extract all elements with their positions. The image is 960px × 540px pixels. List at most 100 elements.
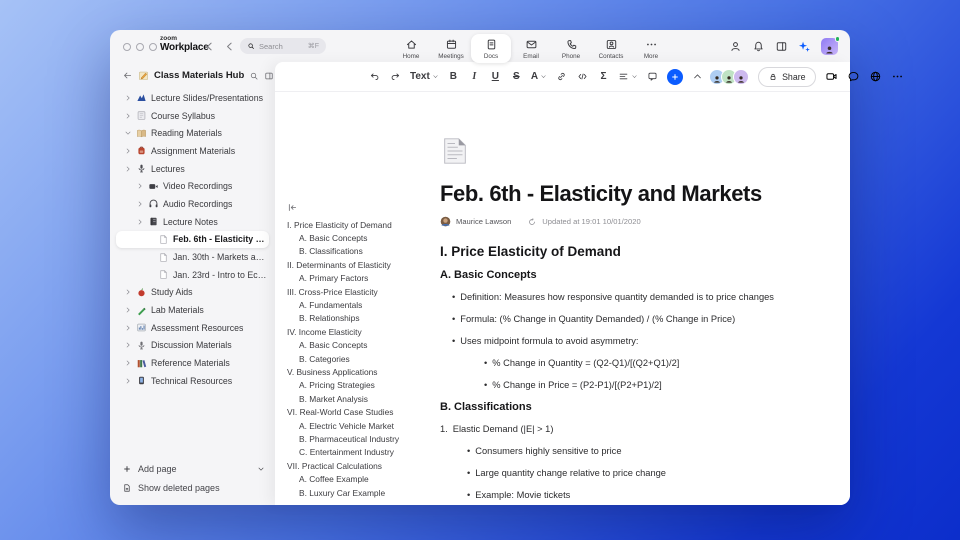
bullet-item[interactable]: • Large quantity change relative to price… <box>467 468 836 479</box>
video-call-button[interactable] <box>825 70 838 83</box>
chevron-right-icon[interactable] <box>136 200 144 208</box>
chevron-down-icon[interactable] <box>124 129 132 137</box>
toc-item-i-price-elasticity-of-demand[interactable]: I. Price Elasticity of Demand <box>287 218 439 231</box>
language-button[interactable] <box>869 70 882 83</box>
document-content[interactable]: Feb. 6th - Elasticity and Markets Mauric… <box>440 136 836 504</box>
sidebar-item-lab-materials[interactable]: Lab Materials <box>116 301 269 319</box>
heading-a-basic-concepts[interactable]: A. Basic Concepts <box>440 269 836 281</box>
close-button[interactable] <box>123 43 131 51</box>
sidebar-item-audio-recordings[interactable]: Audio Recordings <box>116 195 269 213</box>
sidebar-item-reference-materials[interactable]: Reference Materials <box>116 354 269 372</box>
chat-button[interactable] <box>847 70 860 83</box>
strikethrough-button[interactable]: S <box>507 67 526 87</box>
tab-email[interactable]: Email <box>511 34 551 63</box>
sidebar-item-technical-resources[interactable]: Technical Resources <box>116 372 269 390</box>
back-navigation-button[interactable] <box>203 40 216 53</box>
show-deleted-pages-button[interactable]: Show deleted pages <box>122 478 265 497</box>
chevron-right-icon[interactable] <box>124 324 132 332</box>
toc-item-ii-determinants-of-elasticity[interactable]: II. Determinants of Elasticity <box>287 258 439 271</box>
toc-item-vii-practical-calculations[interactable]: VII. Practical Calculations <box>287 459 439 472</box>
chevron-right-icon[interactable] <box>124 288 132 296</box>
sidebar-item-course-syllabus[interactable]: Course Syllabus <box>116 107 269 125</box>
toc-item-iv-income-elasticity[interactable]: IV. Income Elasticity <box>287 325 439 338</box>
chevron-right-icon[interactable] <box>136 182 144 190</box>
tab-contacts[interactable]: Contacts <box>591 34 631 63</box>
formula-button[interactable]: Σ <box>594 67 613 87</box>
chevron-right-icon[interactable] <box>124 359 132 367</box>
text-style-button[interactable]: Text <box>407 67 442 87</box>
toc-item-b-market-analysis[interactable]: B. Market Analysis <box>287 392 439 405</box>
insert-button[interactable] <box>667 68 684 85</box>
user-avatar[interactable] <box>821 36 840 55</box>
toc-item-a-coffee-example[interactable]: A. Coffee Example <box>287 472 439 485</box>
redo-button[interactable] <box>386 67 405 87</box>
collapse-button[interactable] <box>688 67 707 87</box>
toc-item-b-pharmaceutical-industry[interactable]: B. Pharmaceutical Industry <box>287 432 439 445</box>
toc-item-vi-real-world-case-studies[interactable]: VI. Real-World Case Studies <box>287 405 439 418</box>
heading-i-price-elasticity-of-demand[interactable]: I. Price Elasticity of Demand <box>440 244 836 259</box>
chevron-right-icon[interactable] <box>124 112 132 120</box>
sidebar-item-lecture-notes[interactable]: Lecture Notes <box>116 213 269 231</box>
toc-item-iii-cross-price-elasticity[interactable]: III. Cross-Price Elasticity <box>287 285 439 298</box>
chevron-right-icon[interactable] <box>124 94 132 102</box>
toc-collapse-icon[interactable] <box>287 202 298 213</box>
bullet-item[interactable]: • Definition: Measures how responsive qua… <box>452 292 836 303</box>
sidebar-search-icon[interactable] <box>249 71 259 81</box>
sidebar-item-discussion-materials[interactable]: Discussion Materials <box>116 337 269 355</box>
tab-meetings[interactable]: Meetings <box>431 34 471 63</box>
chevron-right-icon[interactable] <box>124 306 132 314</box>
toc-item-b-categories[interactable]: B. Categories <box>287 352 439 365</box>
undo-button[interactable] <box>365 67 384 87</box>
maximize-button[interactable] <box>149 43 157 51</box>
tab-more[interactable]: More <box>631 34 671 63</box>
bullet-item[interactable]: • Consumers highly sensitive to price <box>467 446 836 457</box>
minimize-button[interactable] <box>136 43 144 51</box>
toc-item-a-basic-concepts[interactable]: A. Basic Concepts <box>287 339 439 352</box>
toc-item-b-classifications[interactable]: B. Classifications <box>287 245 439 258</box>
chevron-right-icon[interactable] <box>124 377 132 385</box>
toc-item-b-relationships[interactable]: B. Relationships <box>287 312 439 325</box>
document-title[interactable]: Feb. 6th - Elasticity and Markets <box>440 181 836 207</box>
sidebar-item-video-recordings[interactable]: Video Recordings <box>116 177 269 195</box>
toc-item-b-luxury-car-example[interactable]: B. Luxury Car Example <box>287 486 439 499</box>
chevron-right-icon[interactable] <box>124 341 132 349</box>
sparkle-icon[interactable] <box>798 40 811 53</box>
bell-icon[interactable] <box>752 40 765 53</box>
chevron-right-icon[interactable] <box>136 218 144 226</box>
forward-navigation-button[interactable] <box>223 40 236 53</box>
toc-item-a-electric-vehicle-market[interactable]: A. Electric Vehicle Market <box>287 419 439 432</box>
tab-docs[interactable]: Docs <box>471 34 511 63</box>
bullet-item[interactable]: • % Change in Quantity = (Q2-Q1)/[(Q2+Q1)… <box>484 358 836 369</box>
toc-item-a-basic-concepts[interactable]: A. Basic Concepts <box>287 231 439 244</box>
chevron-right-icon[interactable] <box>124 165 132 173</box>
sidebar-panel-toggle-icon[interactable] <box>264 71 274 81</box>
heading-b-classifications[interactable]: B. Classifications <box>440 401 836 413</box>
numbered-item[interactable]: 1. Elastic Demand (|E| > 1) <box>440 424 836 435</box>
sidebar-item-assessment-resources[interactable]: Assessment Resources <box>116 319 269 337</box>
sidebar-item-assignment-materials[interactable]: Assignment Materials <box>116 142 269 160</box>
toc-item-a-fundamentals[interactable]: A. Fundamentals <box>287 298 439 311</box>
sidebar-item-jan-30th-markets-and-p[interactable]: Jan. 30th - Markets and P... <box>116 248 269 266</box>
sidebar-item-feb-6th-elasticity-and-m[interactable]: Feb. 6th - Elasticity and M... <box>116 230 269 249</box>
tab-home[interactable]: Home <box>391 34 431 63</box>
profile-icon[interactable] <box>729 40 742 53</box>
toc-item-a-primary-factors[interactable]: A. Primary Factors <box>287 272 439 285</box>
sidebar-item-lectures[interactable]: Lectures <box>116 160 269 178</box>
link-button[interactable] <box>552 67 571 87</box>
bold-button[interactable]: B <box>444 67 463 87</box>
chevron-down-icon[interactable] <box>257 465 265 473</box>
more-options-button[interactable] <box>891 70 904 83</box>
code-button[interactable] <box>573 67 592 87</box>
sidebar-item-reading-materials[interactable]: Reading Materials <box>116 124 269 142</box>
bullet-item[interactable]: • % Change in Price = (P2-P1)/[(P2+P1)/2] <box>484 380 836 391</box>
bullet-item[interactable]: • Uses midpoint formula to avoid asymmetr… <box>452 336 836 347</box>
share-button[interactable]: Share <box>758 66 816 87</box>
underline-button[interactable]: U <box>486 67 505 87</box>
collaborator-avatar-3[interactable] <box>733 68 750 85</box>
toc-item-c-entertainment-industry[interactable]: C. Entertainment Industry <box>287 446 439 459</box>
toc-item-a-pricing-strategies[interactable]: A. Pricing Strategies <box>287 379 439 392</box>
align-button[interactable] <box>615 67 641 87</box>
toc-item-v-business-applications[interactable]: V. Business Applications <box>287 365 439 378</box>
sidebar-item-jan-23rd-intro-to-econo[interactable]: Jan. 23rd - Intro to Econo... <box>116 266 269 284</box>
italic-button[interactable]: I <box>465 67 484 87</box>
